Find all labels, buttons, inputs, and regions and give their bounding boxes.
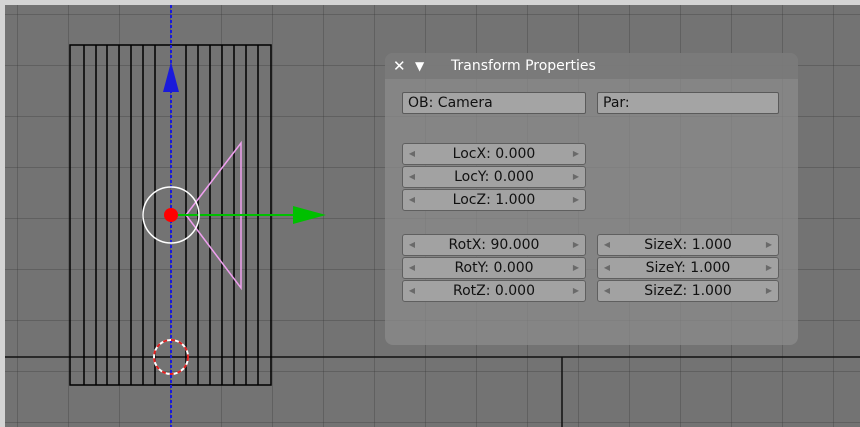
rot-y-field[interactable]: ◀ RotY: 0.000 ▶ (402, 257, 586, 279)
decrement-arrow-icon[interactable]: ◀ (601, 235, 613, 255)
triangle-down-icon[interactable]: ▼ (415, 56, 424, 76)
increment-arrow-icon[interactable]: ▶ (570, 167, 582, 187)
parent-field[interactable]: Par: (597, 92, 779, 114)
size-y-label: SizeY: 1.000 (645, 260, 731, 276)
size-y-field[interactable]: ◀ SizeY: 1.000 ▶ (597, 257, 779, 279)
loc-x-field[interactable]: ◀ LocX: 0.000 ▶ (402, 143, 586, 165)
decrement-arrow-icon[interactable]: ◀ (601, 258, 613, 278)
decrement-arrow-icon[interactable]: ◀ (406, 190, 418, 210)
decrement-arrow-icon[interactable]: ◀ (406, 281, 418, 301)
decrement-arrow-icon[interactable]: ◀ (406, 167, 418, 187)
decrement-arrow-icon[interactable]: ◀ (406, 144, 418, 164)
rot-y-label: RotY: 0.000 (454, 260, 534, 276)
rot-x-field[interactable]: ◀ RotX: 90.000 ▶ (402, 234, 586, 256)
loc-y-label: LocY: 0.000 (454, 169, 534, 185)
z-axis-arrow (163, 62, 179, 92)
decrement-arrow-icon[interactable]: ◀ (406, 235, 418, 255)
decrement-arrow-icon[interactable]: ◀ (601, 281, 613, 301)
decrement-arrow-icon[interactable]: ◀ (406, 258, 418, 278)
x-axis-arrow (293, 206, 326, 224)
3d-viewport[interactable]: ✕ ▼ Transform Properties OB: Camera Par:… (5, 5, 860, 427)
panel-header[interactable]: ✕ ▼ Transform Properties (385, 53, 798, 79)
increment-arrow-icon[interactable]: ▶ (763, 281, 775, 301)
rot-x-label: RotX: 90.000 (448, 237, 540, 253)
increment-arrow-icon[interactable]: ▶ (570, 235, 582, 255)
increment-arrow-icon[interactable]: ▶ (763, 258, 775, 278)
origin-dot (164, 208, 178, 222)
size-x-field[interactable]: ◀ SizeX: 1.000 ▶ (597, 234, 779, 256)
increment-arrow-icon[interactable]: ▶ (570, 258, 582, 278)
rot-z-label: RotZ: 0.000 (453, 283, 535, 299)
object-name-field[interactable]: OB: Camera (402, 92, 586, 114)
increment-arrow-icon[interactable]: ▶ (570, 281, 582, 301)
size-z-field[interactable]: ◀ SizeZ: 1.000 ▶ (597, 280, 779, 302)
loc-y-field[interactable]: ◀ LocY: 0.000 ▶ (402, 166, 586, 188)
loc-z-field[interactable]: ◀ LocZ: 1.000 ▶ (402, 189, 586, 211)
increment-arrow-icon[interactable]: ▶ (570, 190, 582, 210)
panel-title: Transform Properties (451, 58, 596, 74)
loc-z-label: LocZ: 1.000 (452, 192, 536, 208)
loc-x-label: LocX: 0.000 (452, 146, 536, 162)
increment-arrow-icon[interactable]: ▶ (763, 235, 775, 255)
size-x-label: SizeX: 1.000 (644, 237, 732, 253)
size-z-label: SizeZ: 1.000 (644, 283, 732, 299)
close-icon[interactable]: ✕ (393, 56, 406, 76)
increment-arrow-icon[interactable]: ▶ (570, 144, 582, 164)
transform-properties-panel: ✕ ▼ Transform Properties OB: Camera Par:… (385, 53, 798, 345)
rot-z-field[interactable]: ◀ RotZ: 0.000 ▶ (402, 280, 586, 302)
